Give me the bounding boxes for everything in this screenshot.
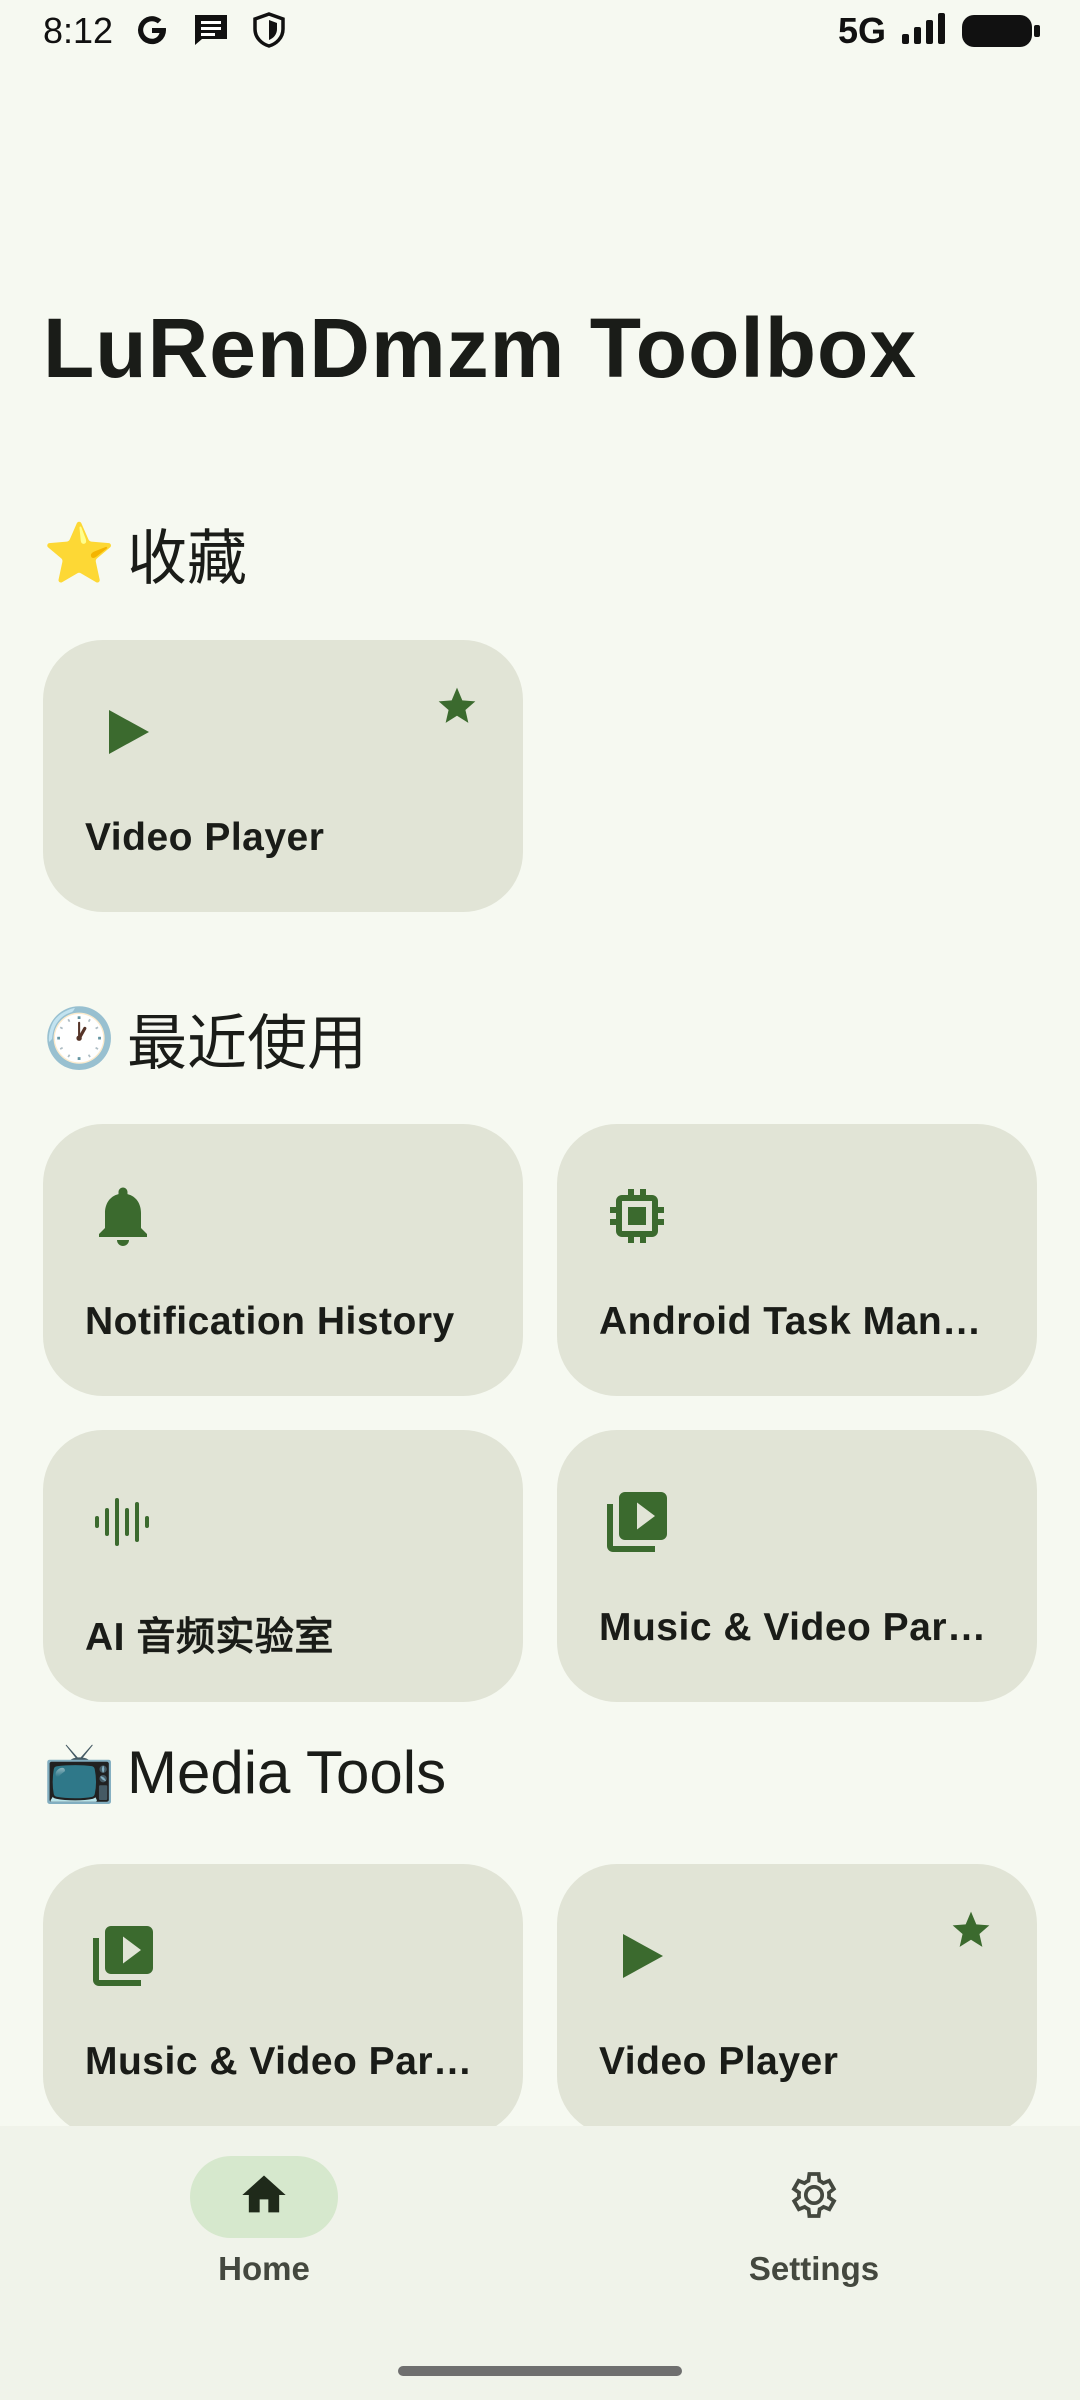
video-library-icon [87, 1920, 159, 1992]
nav-active-indicator[interactable] [190, 2156, 338, 2238]
favorite-star-icon[interactable] [435, 684, 479, 728]
nav-label-settings: Settings [748, 2250, 880, 2287]
section-header-recent: 🕐 最近使用 [43, 995, 367, 1082]
tv-emoji-icon: 📺 [43, 1739, 116, 1805]
card-label: AI 音频实验室 [85, 1616, 334, 1659]
section-header-media-tools: 📺 Media Tools [43, 1738, 446, 1807]
clock-emoji-icon: 🕐 [43, 1005, 116, 1071]
video-library-icon [601, 1486, 673, 1558]
battery-icon [962, 15, 1040, 47]
card-label: Android Task Man… [599, 1300, 982, 1343]
nav-item-home[interactable]: Home [114, 2156, 414, 2288]
audio-wave-icon [87, 1486, 159, 1558]
star-emoji-icon: ⭐ [43, 520, 116, 586]
play-icon [601, 1920, 673, 1992]
nav-label-home: Home [218, 2250, 310, 2287]
section-title: 收藏 [127, 525, 247, 592]
home-icon [238, 2169, 290, 2226]
card-label: Music & Video Par… [599, 1606, 987, 1649]
play-icon [87, 696, 159, 768]
message-icon [192, 12, 230, 53]
tool-card-video-player[interactable]: Video Player [557, 1864, 1037, 2126]
chip-icon [601, 1180, 673, 1252]
google-g-icon [134, 12, 170, 53]
card-label: Video Player [85, 816, 325, 859]
home-gesture-bar[interactable] [398, 2366, 682, 2376]
status-time: 8:12 [43, 10, 114, 51]
tool-card-notification-history[interactable]: Notification History [43, 1124, 523, 1396]
card-label: Video Player [599, 2040, 839, 2083]
card-label: Notification History [85, 1300, 455, 1343]
tool-card-android-task-manager[interactable]: Android Task Man… [557, 1124, 1037, 1396]
shield-icon [252, 12, 286, 53]
page-title: LuRenDmzm Toolbox [43, 301, 918, 395]
card-label: Music & Video Par… [85, 2040, 473, 2083]
tool-card-ai-audio-lab[interactable]: AI 音频实验室 [43, 1430, 523, 1702]
status-bar: 8:12 5G [0, 0, 1080, 62]
section-title: 最近使用 [127, 1010, 367, 1077]
media-tools-list[interactable]: Music & Video Par… Video Player [0, 1800, 1080, 2126]
network-type: 5G [837, 10, 886, 51]
tool-card-music-video-parser[interactable]: Music & Video Par… [557, 1430, 1037, 1702]
favorite-star-icon[interactable] [949, 1908, 993, 1952]
gear-icon [786, 2167, 842, 2228]
signal-icon [900, 12, 948, 51]
section-header-favorites: ⭐ 收藏 [43, 510, 247, 597]
nav-item-settings[interactable]: Settings [664, 2156, 964, 2288]
tool-card-video-player[interactable]: Video Player [43, 640, 523, 912]
bottom-navigation: Home Settings [0, 2126, 1080, 2400]
section-title: Media Tools [127, 1739, 447, 1806]
bell-icon [87, 1180, 159, 1252]
tool-card-music-video-parser[interactable]: Music & Video Par… [43, 1864, 523, 2126]
